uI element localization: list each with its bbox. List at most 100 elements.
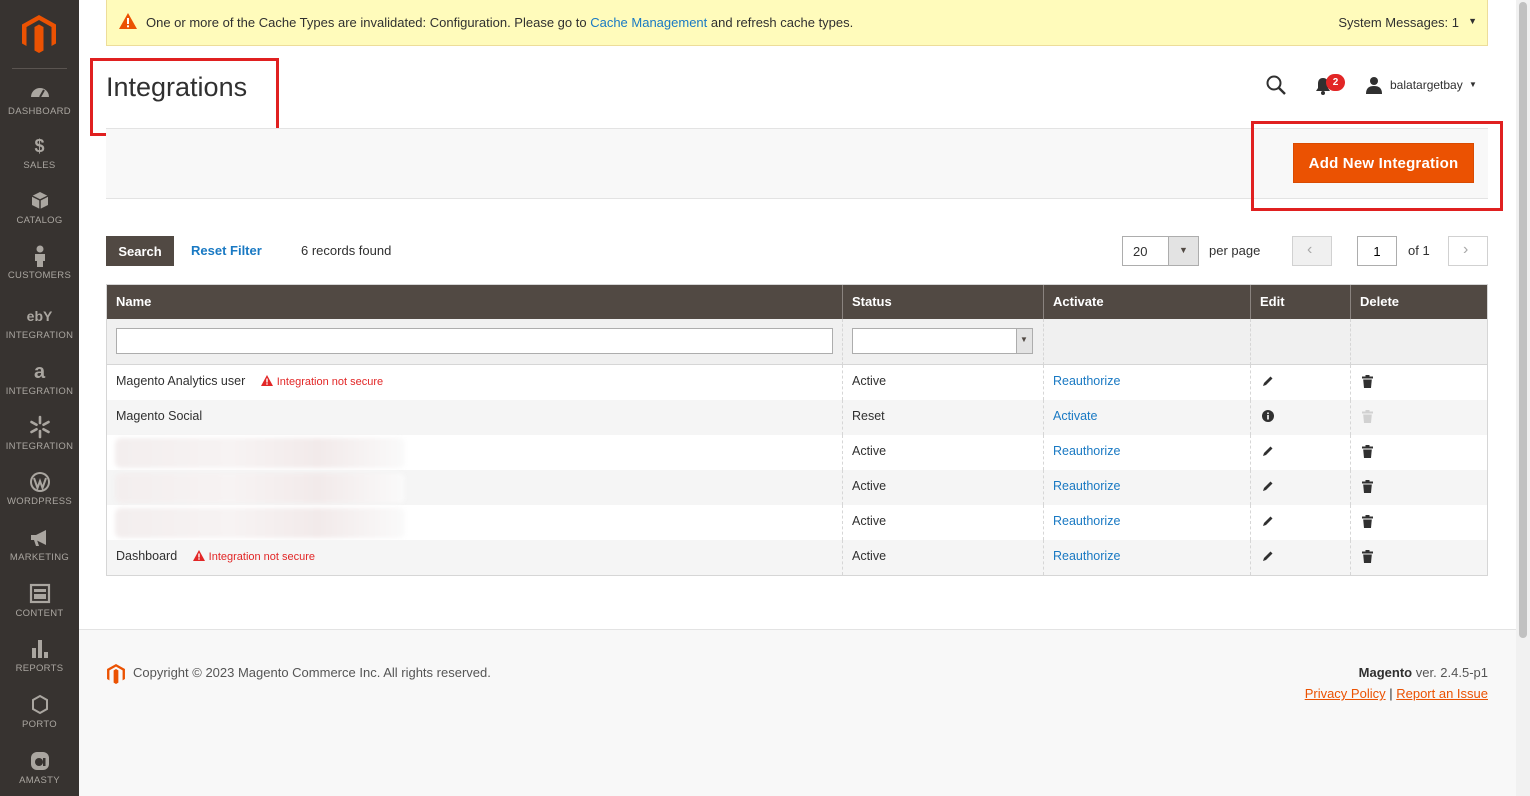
dropdown-toggle[interactable]: ▼ <box>1016 329 1032 353</box>
nav-wordpress[interactable]: WORDPRESS <box>0 470 79 526</box>
page-scrollbar[interactable] <box>1516 0 1530 796</box>
status-filter-select[interactable]: ▼ <box>852 328 1033 354</box>
page-number-input[interactable] <box>1357 236 1397 266</box>
column-header-status[interactable]: Status <box>843 285 1044 319</box>
footer-links: Privacy Policy | Report an Issue <box>1305 686 1488 701</box>
message-text-after: and refresh cache types. <box>707 15 854 30</box>
admin-sidebar: DASHBOARD $ SALES CATALOG CUSTOMERS ebY … <box>0 0 79 796</box>
scrollbar-thumb[interactable] <box>1519 2 1527 638</box>
box-icon <box>31 192 48 209</box>
nav-customers[interactable]: CUSTOMERS <box>0 244 79 300</box>
caret-down-icon: ▼ <box>1179 245 1188 255</box>
insecure-warning: Integration not secure <box>192 550 316 563</box>
trash-icon[interactable] <box>1362 480 1373 493</box>
name-cell: Magento Analytics user Integration not s… <box>107 365 843 400</box>
table-row: Active Reauthorize <box>107 470 1487 505</box>
nav-catalog[interactable]: CATALOG <box>0 189 79 245</box>
nav-content[interactable]: CONTENT <box>0 582 79 638</box>
info-icon[interactable] <box>1262 410 1274 422</box>
privacy-policy-link[interactable]: Privacy Policy <box>1305 686 1386 701</box>
caret-down-icon[interactable]: ▼ <box>1469 80 1477 89</box>
nav-walmart-integration[interactable]: INTEGRATION <box>0 415 79 471</box>
nav-porto[interactable]: PORTO <box>0 693 79 749</box>
edit-cell <box>1251 505 1351 540</box>
previous-page-button[interactable]: ‹ <box>1292 236 1332 266</box>
walmart-icon <box>29 415 50 439</box>
nav-label: MARKETING <box>9 552 70 563</box>
name-cell <box>107 470 843 505</box>
reauthorize-link[interactable]: Reauthorize <box>1053 549 1120 563</box>
notification-badge[interactable]: 2 <box>1326 74 1345 91</box>
reauthorize-link[interactable]: Reauthorize <box>1053 374 1120 388</box>
delete-cell <box>1351 365 1487 400</box>
nav-label: REPORTS <box>15 663 64 674</box>
bar-chart-icon <box>31 640 48 658</box>
cache-management-link[interactable]: Cache Management <box>590 15 707 30</box>
content-icon <box>29 583 50 604</box>
button-highlight-box <box>1251 121 1503 211</box>
filter-row: ▼ <box>107 319 1487 365</box>
nav-ebay-integration[interactable]: ebY INTEGRATION <box>0 304 79 360</box>
reauthorize-link[interactable]: Reauthorize <box>1053 444 1120 458</box>
name-filter-input[interactable] <box>116 328 833 354</box>
report-issue-link[interactable]: Report an Issue <box>1396 686 1488 701</box>
column-header-name[interactable]: Name <box>107 285 843 319</box>
pencil-icon[interactable] <box>1262 375 1274 387</box>
nav-label: INTEGRATION <box>5 441 74 452</box>
nav-label: CONTENT <box>15 608 64 619</box>
nav-dashboard[interactable]: DASHBOARD <box>0 80 79 136</box>
redacted-name <box>115 473 405 503</box>
pencil-icon[interactable] <box>1262 550 1274 562</box>
search-icon[interactable] <box>1265 74 1287 96</box>
dropdown-toggle[interactable]: ▼ <box>1168 237 1198 265</box>
warning-text: Integration not secure <box>208 551 316 563</box>
nav-sales[interactable]: $ SALES <box>0 134 79 190</box>
reset-filter-link[interactable]: Reset Filter <box>191 243 262 258</box>
activate-cell: Reauthorize <box>1044 505 1251 540</box>
per-page-select[interactable]: 20 ▼ <box>1122 236 1199 266</box>
records-found: 6 records found <box>301 243 392 258</box>
table-row: Active Reauthorize <box>107 505 1487 540</box>
pencil-icon[interactable] <box>1262 480 1274 492</box>
caret-down-icon[interactable]: ▼ <box>1468 16 1477 26</box>
integration-name: Dashboard <box>116 549 178 563</box>
nav-marketing[interactable]: MARKETING <box>0 526 79 582</box>
search-button[interactable]: Search <box>106 236 174 266</box>
trash-icon[interactable] <box>1362 515 1373 528</box>
table-row: Magento Social Reset Activate <box>107 400 1487 435</box>
magento-logo[interactable] <box>22 15 56 53</box>
megaphone-icon <box>30 530 46 546</box>
pencil-icon[interactable] <box>1262 445 1274 457</box>
redacted-name <box>115 508 405 538</box>
trash-icon[interactable] <box>1362 550 1373 563</box>
edit-cell <box>1251 470 1351 505</box>
reauthorize-link[interactable]: Reauthorize <box>1053 514 1120 528</box>
next-page-button[interactable]: › <box>1448 236 1488 266</box>
nav-label: INTEGRATION <box>5 330 74 341</box>
nav-label: PORTO <box>22 719 57 730</box>
nav-amasty[interactable]: AMASTY <box>0 749 79 796</box>
warning-text: Integration not secure <box>276 376 384 388</box>
trash-icon[interactable] <box>1362 445 1373 458</box>
amasty-icon <box>30 752 49 770</box>
integrations-grid: Name Status Activate Edit Delete ▼ Magen… <box>106 284 1488 576</box>
copyright-text: Copyright © 2023 Magento Commerce Inc. A… <box>133 665 491 680</box>
user-account-menu[interactable]: balatargetbay <box>1390 78 1463 92</box>
nav-reports[interactable]: REPORTS <box>0 637 79 693</box>
activate-link[interactable]: Activate <box>1053 409 1097 423</box>
pencil-icon[interactable] <box>1262 515 1274 527</box>
user-icon[interactable] <box>1365 76 1383 94</box>
version-info: Magento ver. 2.4.5-p1 <box>1359 665 1488 680</box>
edit-cell <box>1251 540 1351 575</box>
nav-label: CUSTOMERS <box>7 270 72 281</box>
magento-logo-small <box>107 664 125 684</box>
activate-cell: Reauthorize <box>1044 470 1251 505</box>
wordpress-icon <box>29 472 50 492</box>
hexagon-icon <box>31 694 48 715</box>
delete-cell <box>1351 400 1487 435</box>
reauthorize-link[interactable]: Reauthorize <box>1053 479 1120 493</box>
nav-amazon-integration[interactable]: a INTEGRATION <box>0 360 79 416</box>
ebay-icon: ebY <box>26 308 53 324</box>
system-messages-count[interactable]: System Messages: 1 <box>1338 15 1459 30</box>
trash-icon[interactable] <box>1362 375 1373 388</box>
